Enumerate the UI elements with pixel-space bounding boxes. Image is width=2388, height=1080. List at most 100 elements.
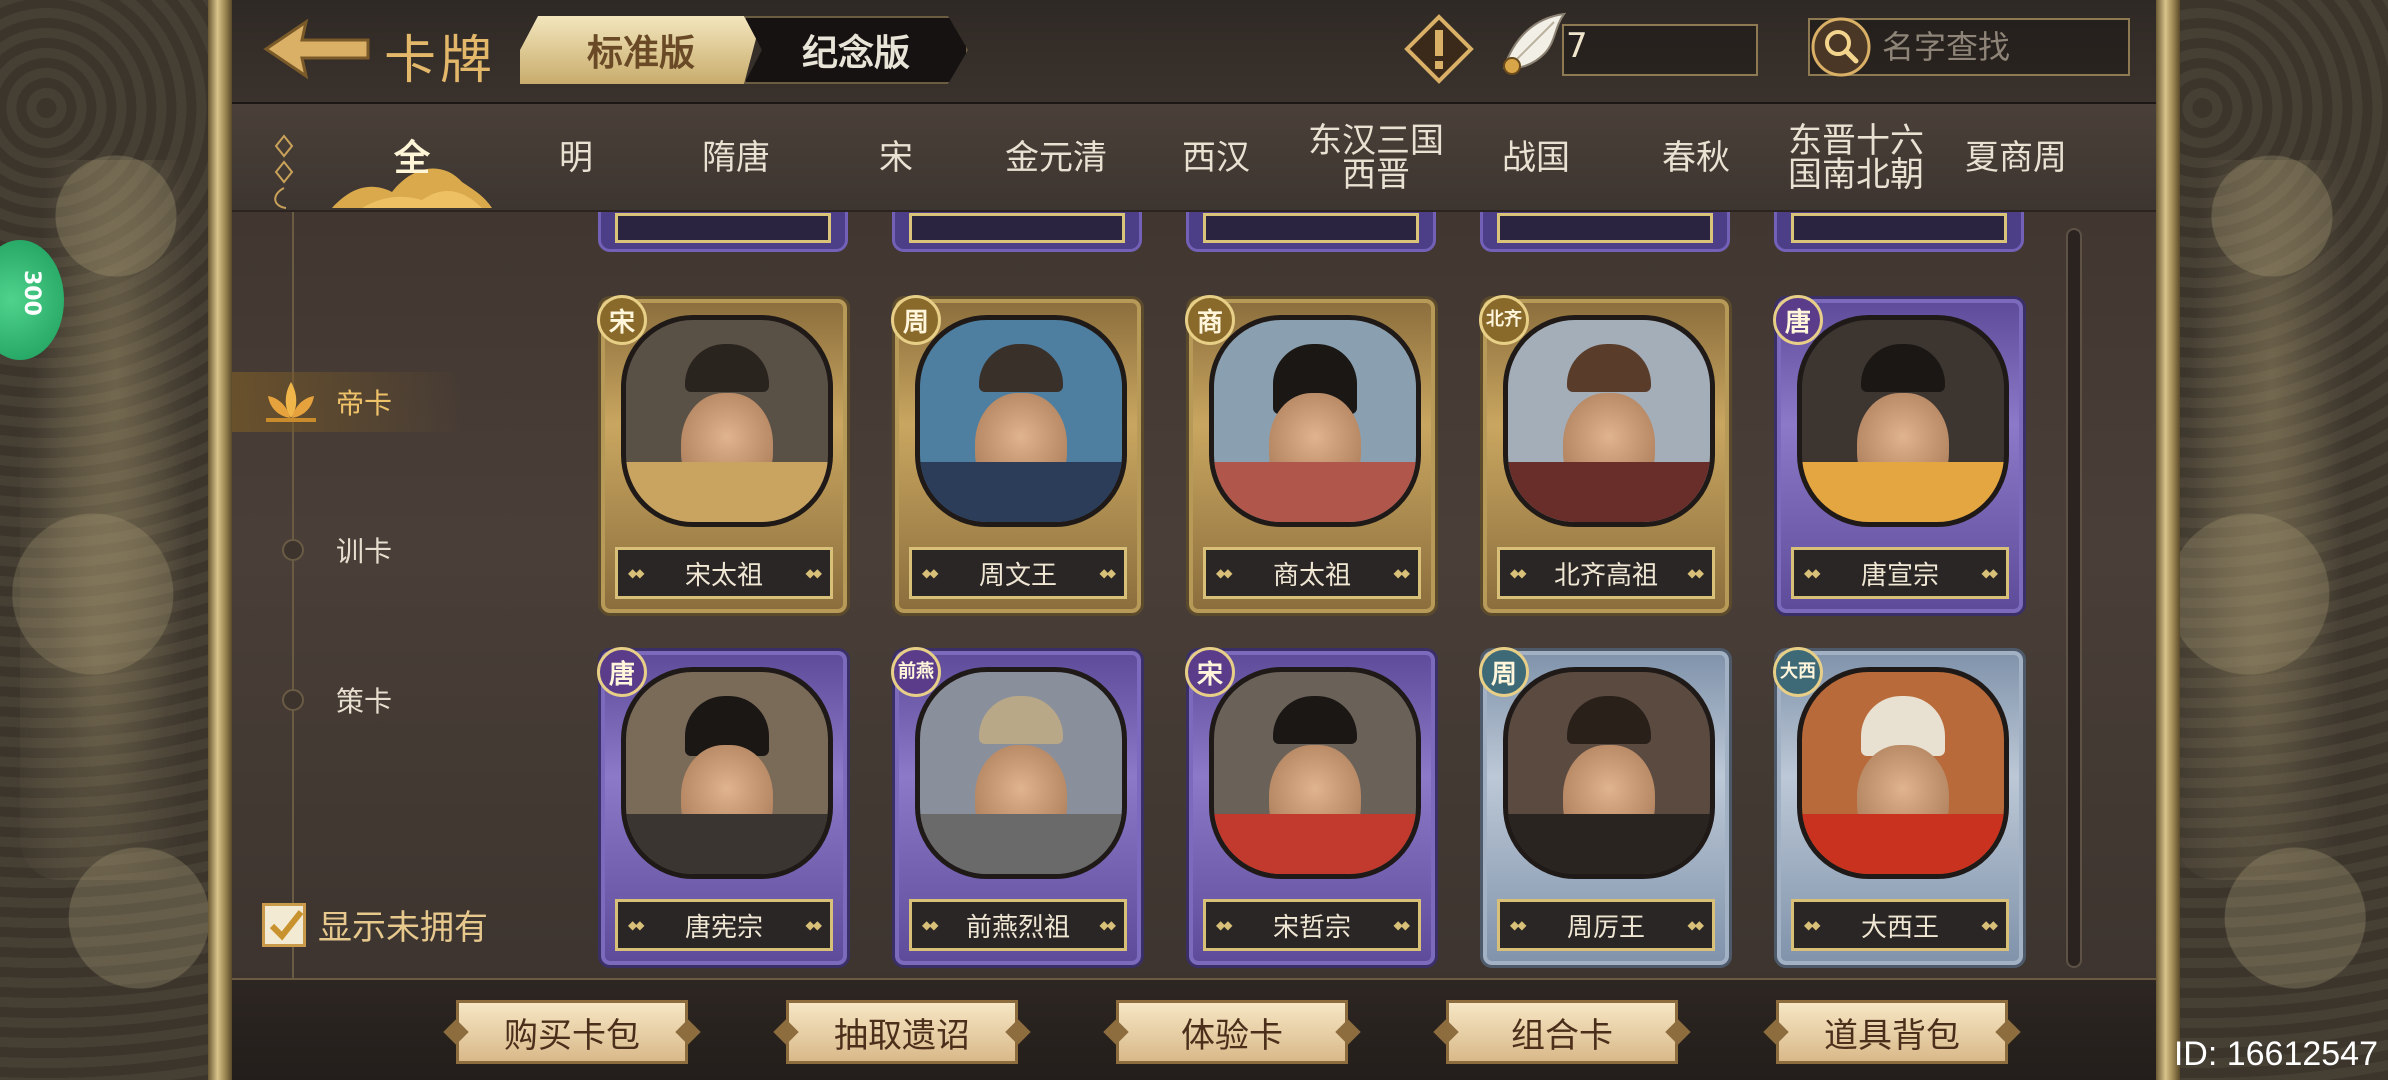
- card-portrait: [621, 315, 833, 527]
- back-arrow-icon[interactable]: [262, 16, 372, 82]
- card-portrait: [915, 315, 1127, 527]
- card-song-zhezong[interactable]: 宋 宋哲宗: [1185, 647, 1438, 968]
- category-training[interactable]: 训卡: [232, 520, 462, 580]
- right-decor-panel: [2156, 0, 2388, 1080]
- diamond-ornament-icon: [274, 134, 294, 209]
- search-input[interactable]: [1882, 20, 2122, 74]
- card-portrait: [1209, 667, 1421, 879]
- right-frame-pillar: [2156, 0, 2180, 1080]
- card-grid-scrollbar[interactable]: [2066, 228, 2082, 968]
- buy-card-pack-button[interactable]: 购买卡包: [456, 1000, 688, 1064]
- dynasty-badge: 大西: [1773, 647, 1823, 697]
- card-name: 商太祖: [1203, 547, 1421, 599]
- currency-box: [1562, 24, 1758, 76]
- card-daxi-wang[interactable]: 大西 大西王: [1773, 647, 2026, 968]
- category-label: 帝卡: [336, 387, 393, 420]
- exclamation-icon[interactable]: [1404, 14, 1474, 84]
- card-partial[interactable]: [1774, 212, 2024, 252]
- card-portrait: [1209, 315, 1421, 527]
- edition-tabs: 标准版 纪念版: [520, 16, 968, 84]
- search-icon[interactable]: [1810, 16, 1872, 78]
- lotus-icon: [266, 382, 316, 422]
- card-name: 宋哲宗: [1203, 899, 1421, 951]
- tab-dynasty-zhanguo[interactable]: 战国: [1456, 104, 1616, 212]
- card-name: 唐宣宗: [1791, 547, 2009, 599]
- tab-dynasty-ming[interactable]: 明: [496, 104, 656, 212]
- dynasty-badge: 前燕: [891, 647, 941, 697]
- card-name: 周厉王: [1497, 899, 1715, 951]
- item-bag-button[interactable]: 道具背包: [1776, 1000, 2008, 1064]
- left-frame-pillar: [208, 0, 232, 1080]
- dynasty-badge: 唐: [1773, 295, 1823, 345]
- card-partial[interactable]: [1186, 212, 1436, 252]
- card-tang-xianzong[interactable]: 唐 唐宪宗: [597, 647, 850, 968]
- check-icon: [269, 909, 304, 941]
- draw-edict-button[interactable]: 抽取遗诏: [786, 1000, 1018, 1064]
- card-name: 前燕烈祖: [909, 899, 1127, 951]
- tab-dynasty-song[interactable]: 宋: [816, 104, 976, 212]
- card-qianyan-liezu[interactable]: 前燕 前燕烈祖: [891, 647, 1144, 968]
- dragon-pattern: [2176, 160, 2368, 880]
- dynasty-badge: 商: [1185, 295, 1235, 345]
- category-strategy[interactable]: 策卡: [232, 670, 462, 730]
- card-portrait: [1503, 667, 1715, 879]
- page-title: 卡牌: [384, 31, 497, 91]
- player-id: ID: 16612547: [2173, 1035, 2378, 1073]
- card-tang-xuanzong[interactable]: 唐 唐宣宗: [1773, 295, 2026, 616]
- trial-card-button[interactable]: 体验卡: [1116, 1000, 1348, 1064]
- card-partial[interactable]: [1480, 212, 1730, 252]
- card-song-taizu[interactable]: 宋 宋太祖: [597, 295, 850, 616]
- card-name: 宋太祖: [615, 547, 833, 599]
- tab-standard-edition[interactable]: 标准版: [520, 16, 762, 84]
- bottom-action-bar: 购买卡包 抽取遗诏 体验卡 组合卡 道具背包: [232, 978, 2156, 1080]
- rail-dot-icon: [282, 689, 304, 711]
- card-portrait: [915, 667, 1127, 879]
- show-unowned-label: 显示未拥有: [318, 908, 488, 948]
- tab-commemorative-edition[interactable]: 纪念版: [744, 16, 968, 84]
- card-portrait: [1797, 667, 2009, 879]
- card-name: 大西王: [1791, 899, 2009, 951]
- feather-crest-icon: [1502, 12, 1567, 75]
- combo-card-button[interactable]: 组合卡: [1446, 1000, 1678, 1064]
- dynasty-badge: 宋: [1185, 647, 1235, 697]
- card-beiqi-gaozu[interactable]: 北齐 北齐高祖: [1479, 295, 1732, 616]
- category-label: 训卡: [336, 535, 393, 568]
- dynasty-badge: 周: [1479, 647, 1529, 697]
- card-grid: 宋 宋太祖 周 周文王 商 商太祖 北齐 北齐高祖: [562, 212, 2108, 978]
- left-decor-panel: 300: [0, 0, 232, 1080]
- rail-dot-icon: [282, 539, 304, 561]
- tab-dynasty-all[interactable]: 全: [332, 104, 492, 212]
- dynasty-tab-bar: 全 明 隋唐 宋 金元清 西汉 东汉三国 西晋 战国 春秋 东晋十六 国南北朝 …: [232, 104, 2156, 212]
- category-rail-line: [292, 212, 294, 980]
- tab-dynasty-jinyuanqing[interactable]: 金元清: [976, 104, 1136, 212]
- dynasty-badge: 北齐: [1479, 295, 1529, 345]
- tab-dynasty-donghan[interactable]: 东汉三国 西晋: [1296, 104, 1456, 212]
- card-name: 唐宪宗: [615, 899, 833, 951]
- card-portrait: [1503, 315, 1715, 527]
- show-unowned-toggle[interactable]: 显示未拥有: [262, 900, 488, 949]
- dynasty-badge: 周: [891, 295, 941, 345]
- unowned-checkbox[interactable]: [262, 902, 306, 947]
- dynasty-badge: 唐: [597, 647, 647, 697]
- card-portrait: [621, 667, 833, 879]
- tab-dynasty-xiashangzhou[interactable]: 夏商周: [1936, 104, 2096, 212]
- card-zhou-liwang[interactable]: 周 周厉王: [1479, 647, 1732, 968]
- tab-dynasty-chunqiu[interactable]: 春秋: [1616, 104, 1776, 212]
- category-emperor[interactable]: 帝卡: [232, 372, 462, 432]
- tab-dynasty-xihan[interactable]: 西汉: [1136, 104, 1296, 212]
- card-name: 北齐高祖: [1497, 547, 1715, 599]
- card-portrait: [1797, 315, 2009, 527]
- card-zhou-wenwang[interactable]: 周 周文王: [891, 295, 1144, 616]
- card-shang-taizu[interactable]: 商 商太祖: [1185, 295, 1438, 616]
- tab-dynasty-suitang[interactable]: 隋唐: [656, 104, 816, 212]
- currency-value: 7: [1566, 26, 1588, 66]
- header: 卡牌 标准版 纪念版 7: [232, 0, 2156, 104]
- tab-dynasty-dongjin[interactable]: 东晋十六 国南北朝: [1776, 104, 1936, 212]
- partial-card-row: [562, 212, 2108, 262]
- card-partial[interactable]: [598, 212, 848, 252]
- dynasty-badge: 宋: [597, 295, 647, 345]
- main-panel: 卡牌 标准版 纪念版 7 名字查找 全 明 隋唐 宋 金元清 西汉 东汉三国 西…: [232, 0, 2156, 1080]
- card-partial[interactable]: [892, 212, 1142, 252]
- category-label: 策卡: [336, 685, 393, 718]
- card-name: 周文王: [909, 547, 1127, 599]
